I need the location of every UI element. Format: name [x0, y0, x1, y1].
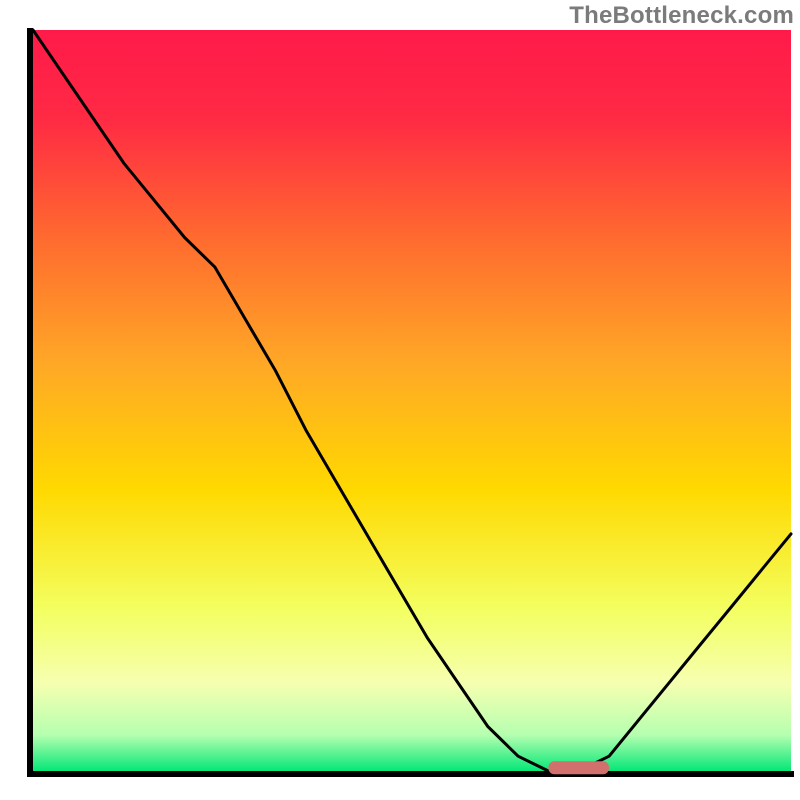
plot-background: [33, 30, 791, 772]
bottleneck-chart: TheBottleneck.com: [0, 0, 800, 800]
watermark-text: TheBottleneck.com: [569, 2, 794, 30]
chart-svg: [0, 0, 800, 800]
optimal-range-marker: [548, 761, 609, 774]
